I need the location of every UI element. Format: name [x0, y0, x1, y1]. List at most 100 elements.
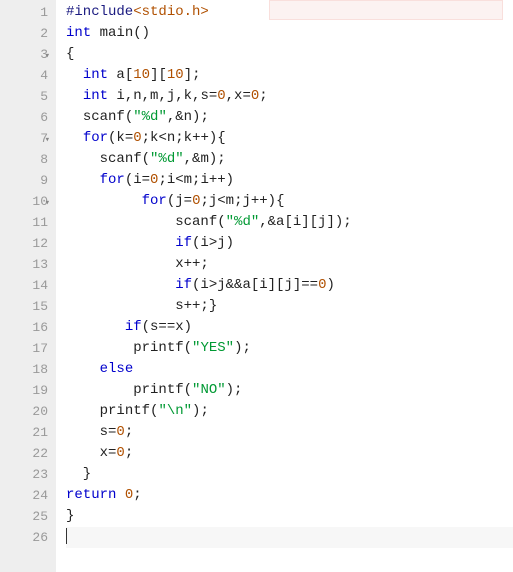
token: printf: [100, 403, 150, 419]
fold-toggle-icon[interactable]: ▾: [45, 46, 50, 67]
token: if: [125, 319, 142, 335]
token: (: [217, 214, 225, 230]
token: ;j<m;j++){: [200, 193, 284, 209]
code-line[interactable]: {: [66, 44, 513, 65]
token: #include: [66, 4, 133, 20]
line-number[interactable]: 2: [0, 23, 48, 44]
code-line[interactable]: }: [66, 506, 513, 527]
token: ,&a[i][j]);: [259, 214, 351, 230]
token: (: [184, 340, 192, 356]
code-line[interactable]: s=0;: [66, 422, 513, 443]
token: (i>j): [192, 235, 234, 251]
token: }: [66, 466, 91, 482]
line-number[interactable]: 12: [0, 233, 48, 254]
line-number[interactable]: 3▾: [0, 44, 48, 65]
token: ;k<n;k++){: [142, 130, 226, 146]
token: 10: [133, 67, 150, 83]
line-number[interactable]: 11: [0, 212, 48, 233]
token: ,&n);: [167, 109, 209, 125]
token: ;: [125, 424, 133, 440]
token: int: [83, 67, 108, 83]
token: (i=: [125, 172, 150, 188]
line-number[interactable]: 14: [0, 275, 48, 296]
code-line[interactable]: if(i>j&&a[i][j]==0): [66, 275, 513, 296]
code-editor[interactable]: 123▾4567▾8910▾11121314151617181920212223…: [0, 0, 513, 572]
line-number[interactable]: 18: [0, 359, 48, 380]
token: );: [226, 382, 243, 398]
line-number[interactable]: 15: [0, 296, 48, 317]
token: "NO": [192, 382, 226, 398]
code-line[interactable]: printf("NO");: [66, 380, 513, 401]
line-number[interactable]: 17: [0, 338, 48, 359]
line-number[interactable]: 13: [0, 254, 48, 275]
line-number[interactable]: 6: [0, 107, 48, 128]
code-line[interactable]: s++;}: [66, 296, 513, 317]
token: <stdio.h>: [133, 4, 209, 20]
token: (i>j&&a[i][j]==: [192, 277, 318, 293]
token: ];: [184, 67, 201, 83]
token: [66, 214, 175, 230]
token: {: [66, 46, 74, 62]
code-line[interactable]: if(i>j): [66, 233, 513, 254]
code-line[interactable]: scanf("%d",&a[i][j]);: [66, 212, 513, 233]
line-number[interactable]: 8: [0, 149, 48, 170]
fold-toggle-icon[interactable]: ▾: [45, 193, 50, 214]
line-gutter[interactable]: 123▾4567▾8910▾11121314151617181920212223…: [0, 0, 56, 572]
line-number[interactable]: 23: [0, 464, 48, 485]
token: );: [234, 340, 251, 356]
token: ,&m);: [184, 151, 226, 167]
line-number[interactable]: 7▾: [0, 128, 48, 149]
line-number[interactable]: 10▾: [0, 191, 48, 212]
line-number[interactable]: 20: [0, 401, 48, 422]
code-line[interactable]: for(i=0;i<m;i++): [66, 170, 513, 191]
token: scanf: [100, 151, 142, 167]
code-line[interactable]: for(j=0;j<m;j++){: [66, 191, 513, 212]
code-line[interactable]: if(s==x): [66, 317, 513, 338]
token: 10: [167, 67, 184, 83]
line-number[interactable]: 25: [0, 506, 48, 527]
line-number[interactable]: 22: [0, 443, 48, 464]
code-line[interactable]: else: [66, 359, 513, 380]
token: [66, 151, 100, 167]
line-number[interactable]: 24: [0, 485, 48, 506]
code-line[interactable]: x++;: [66, 254, 513, 275]
line-number[interactable]: 1: [0, 2, 48, 23]
code-line[interactable]: printf("YES");: [66, 338, 513, 359]
token: (: [184, 382, 192, 398]
token: (: [125, 109, 133, 125]
line-number[interactable]: 16: [0, 317, 48, 338]
token: ;: [259, 88, 267, 104]
token: x++;: [66, 256, 209, 272]
line-number[interactable]: 9: [0, 170, 48, 191]
code-line[interactable]: x=0;: [66, 443, 513, 464]
token: [66, 235, 175, 251]
token: if: [175, 277, 192, 293]
line-number[interactable]: 21: [0, 422, 48, 443]
code-line[interactable]: }: [66, 464, 513, 485]
code-line[interactable]: printf("\n");: [66, 401, 513, 422]
code-line[interactable]: for(k=0;k<n;k++){: [66, 128, 513, 149]
token: (j=: [167, 193, 192, 209]
code-line[interactable]: int a[10][10];: [66, 65, 513, 86]
code-line[interactable]: int i,n,m,j,k,s=0,x=0;: [66, 86, 513, 107]
token: "YES": [192, 340, 234, 356]
error-highlight: [269, 0, 503, 20]
token: (k=: [108, 130, 133, 146]
code-area[interactable]: #include<stdio.h> int main() { int a[10][1…: [56, 0, 513, 572]
token: [91, 25, 99, 41]
line-number[interactable]: 4: [0, 65, 48, 86]
line-number[interactable]: 19: [0, 380, 48, 401]
token: [116, 487, 124, 503]
fold-toggle-icon[interactable]: ▾: [45, 130, 50, 151]
code-line[interactable]: int main(): [66, 23, 513, 44]
line-number[interactable]: 26: [0, 527, 48, 548]
token: 0: [116, 445, 124, 461]
line-number[interactable]: 5: [0, 86, 48, 107]
token: [66, 67, 83, 83]
code-line[interactable]: scanf("%d",&m);: [66, 149, 513, 170]
code-line[interactable]: scanf("%d",&n);: [66, 107, 513, 128]
code-line[interactable]: [66, 527, 513, 548]
token: return: [66, 487, 116, 503]
token: "%d": [226, 214, 260, 230]
code-line[interactable]: return 0;: [66, 485, 513, 506]
